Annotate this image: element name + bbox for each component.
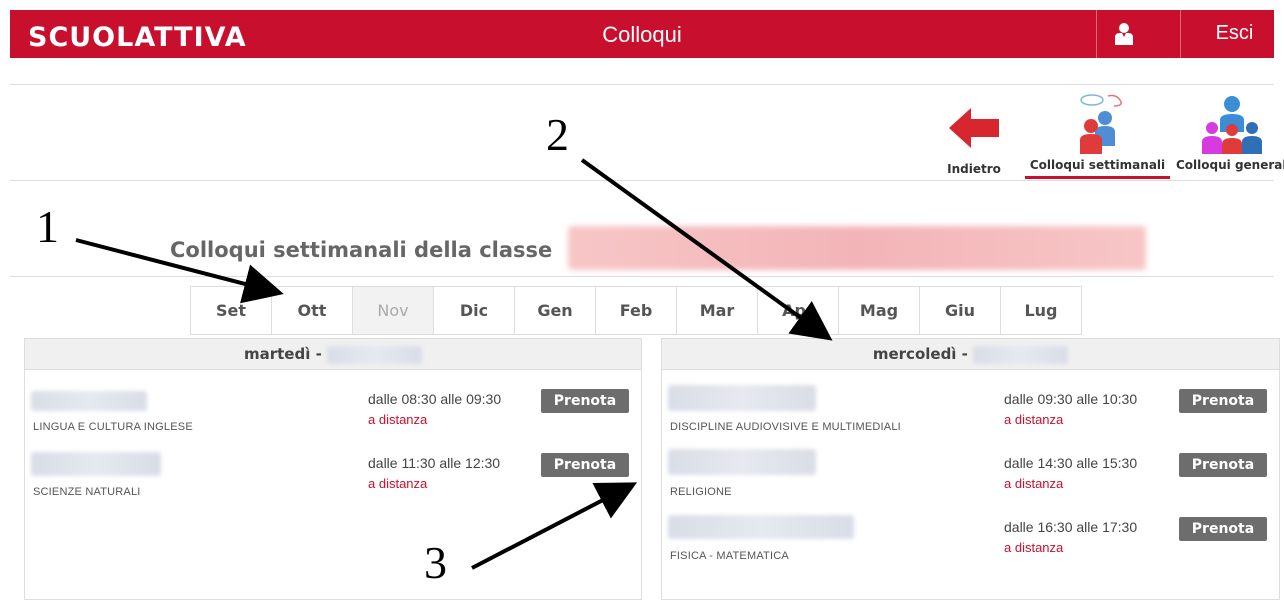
annotation-arrows [75, 158, 833, 570]
annotation-arrow-2 [580, 158, 833, 341]
annotation-number-1: 1 [36, 201, 59, 252]
annotation-number-3: 3 [424, 537, 447, 588]
annotation-arrow-3 [471, 482, 638, 570]
annotation-number-2: 2 [546, 109, 569, 160]
annotation-arrow-1 [75, 238, 284, 304]
